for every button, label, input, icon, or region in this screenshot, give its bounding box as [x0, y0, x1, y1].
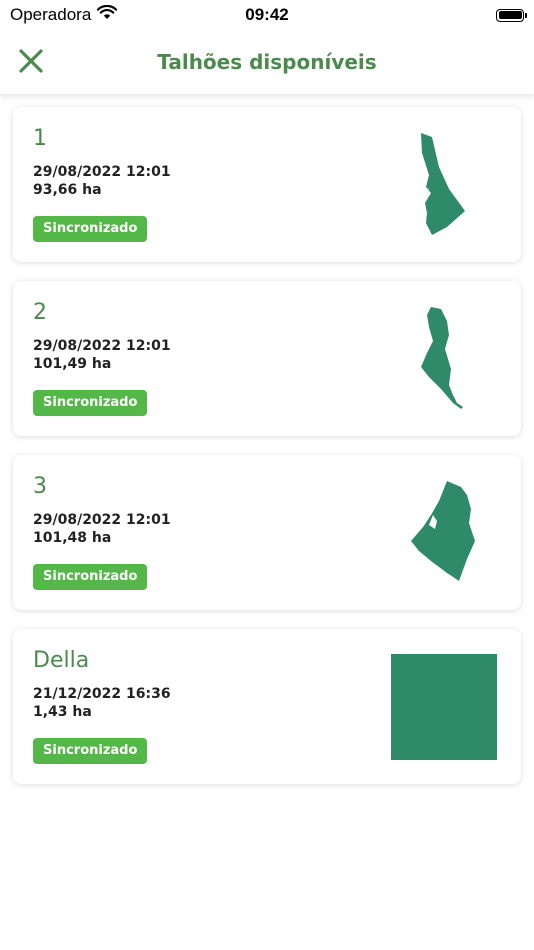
status-badge: Sincronizado — [33, 738, 148, 764]
header: Talhões disponíveis — [0, 30, 534, 94]
battery-icon — [496, 8, 527, 22]
field-shape-icon — [421, 133, 465, 235]
field-list: 1 29/08/2022 12:01 93,66 ha Sincronizado… — [13, 107, 521, 803]
field-shape-icon — [421, 307, 463, 409]
close-button[interactable] — [14, 44, 48, 78]
field-shape-icon — [411, 481, 475, 581]
status-bar: Operadora 09:42 — [0, 0, 534, 30]
status-badge: Sincronizado — [33, 564, 148, 590]
field-card-della[interactable]: Della 21/12/2022 16:36 1,43 ha Sincroniz… — [13, 629, 521, 784]
field-card-2[interactable]: 2 29/08/2022 12:01 101,49 ha Sincronizad… — [13, 281, 521, 436]
status-left: Operadora — [10, 4, 118, 25]
field-card-3[interactable]: 3 29/08/2022 12:01 101,48 ha Sincronizad… — [13, 455, 521, 610]
field-shape-icon — [391, 654, 497, 760]
close-icon — [19, 49, 43, 73]
carrier-label: Operadora — [10, 5, 92, 24]
page-title: Talhões disponíveis — [157, 50, 377, 74]
field-card-1[interactable]: 1 29/08/2022 12:01 93,66 ha Sincronizado — [13, 107, 521, 262]
status-badge: Sincronizado — [33, 216, 148, 242]
wifi-icon — [97, 4, 118, 25]
status-badge: Sincronizado — [33, 390, 148, 416]
